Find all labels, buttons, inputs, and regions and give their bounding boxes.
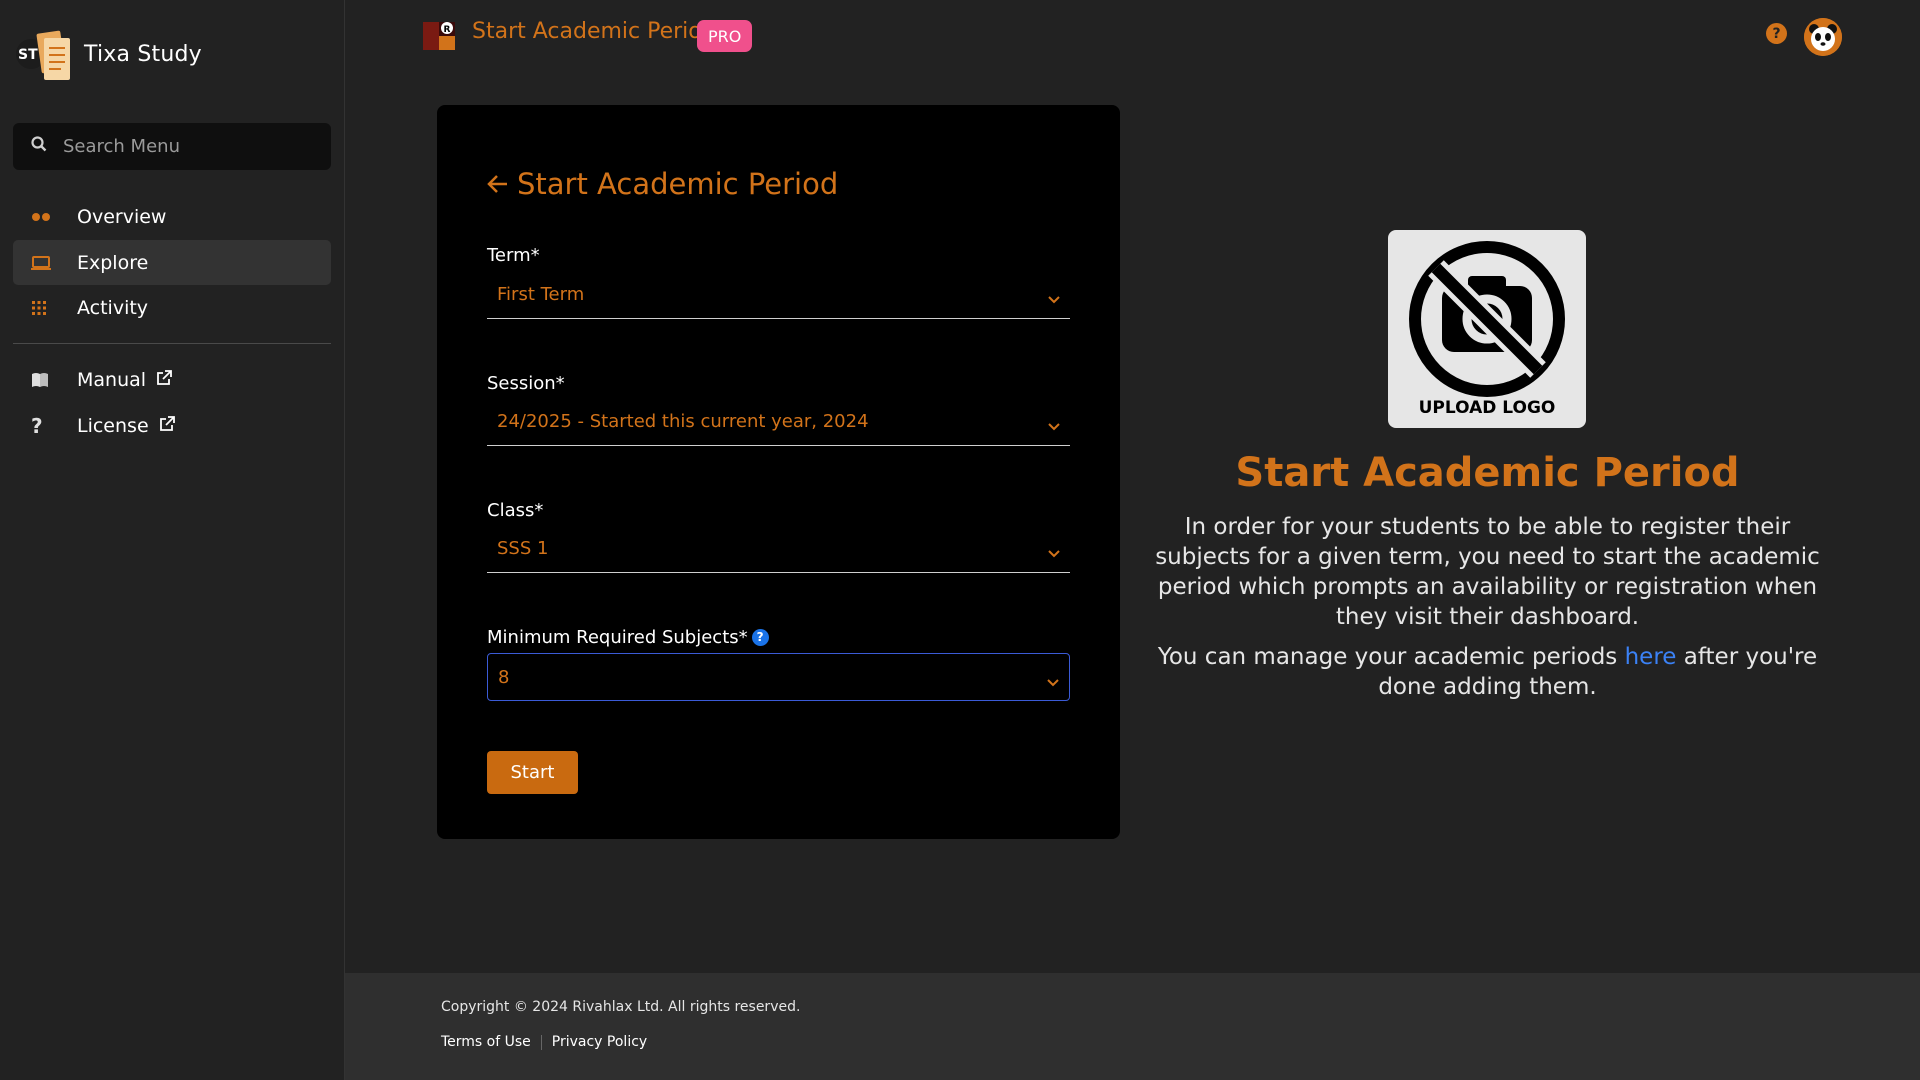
info-icon[interactable]: ? [751,628,769,646]
upload-logo-box[interactable]: UPLOAD LOGO [1388,230,1586,428]
class-value: SSS 1 [497,538,549,559]
session-label: Session* [487,373,565,394]
info-description: In order for your students to be able to… [1155,514,1820,630]
sidebar-divider [13,343,331,344]
sidebar-item-license[interactable]: ? License [13,403,331,448]
chevron-down-icon [1048,415,1060,436]
start-button[interactable]: Start [487,751,578,794]
privacy-link[interactable]: Privacy Policy [552,1034,647,1050]
chevron-down-icon [1048,288,1060,309]
form-title: Start Academic Period [487,167,838,201]
sidebar-item-manual[interactable]: Manual [13,357,331,402]
app-logo-icon: R [423,20,455,52]
session-value: 24/2025 - Started this current year, 202… [497,411,869,432]
external-link-icon [159,415,175,437]
page-title: Start Academic Period [472,19,716,44]
svg-text:ST: ST [18,47,38,63]
pro-badge: PRO [697,20,753,52]
avatar[interactable] [1804,18,1842,56]
question-icon: ? [31,413,43,438]
copyright: Copyright © 2024 Rivahlax Ltd. All right… [441,999,801,1015]
footer: Copyright © 2024 Rivahlax Ltd. All right… [345,973,1920,1080]
session-select[interactable]: 24/2025 - Started this current year, 202… [487,398,1070,446]
sidebar-item-label: Activity [77,296,149,319]
sidebar-item-explore[interactable]: Explore [13,240,331,285]
brand-logo: ST [14,24,74,84]
search-input[interactable] [63,136,303,157]
manage-here-link[interactable]: here [1625,644,1677,670]
footer-links: Terms of Use Privacy Policy [441,1034,647,1050]
book-icon [31,372,59,388]
sidebar-item-overview[interactable]: Overview [13,194,331,239]
dots-icon [31,212,59,222]
term-select[interactable]: First Term [487,271,1070,319]
info-manage-text: You can manage your academic periods her… [1150,642,1825,702]
start-period-form-card: Start Academic Period Term* First Term S… [437,105,1120,839]
min-subjects-label-text: Minimum Required Subjects* [487,627,748,648]
min-subjects-value: 8 [498,666,510,688]
external-link-icon [156,369,172,391]
term-value: First Term [497,284,585,305]
sidebar-item-activity[interactable]: Activity [13,285,331,330]
sidebar-item-label: Overview [77,205,167,228]
brand[interactable]: ST Tixa Study [14,24,202,84]
form-title-text: Start Academic Period [517,167,839,201]
term-label: Term* [487,245,540,266]
upload-logo-text: UPLOAD LOGO [1418,398,1556,418]
arrow-left-icon[interactable] [487,174,509,194]
chevron-down-icon [1047,671,1059,692]
terms-link[interactable]: Terms of Use [441,1034,531,1050]
grid-icon [31,300,59,316]
manage-prefix: You can manage your academic periods [1157,644,1625,670]
laptop-icon [31,255,59,270]
info-title: Start Academic Period [1235,450,1740,496]
min-subjects-label: Minimum Required Subjects*? [487,627,769,648]
help-icon[interactable]: ? [1766,23,1787,44]
sidebar: ST Tixa Study Overview Explore Activity [0,0,345,1080]
footer-divider [540,1034,542,1050]
search-icon [31,136,47,157]
class-select[interactable]: SSS 1 [487,525,1070,573]
min-subjects-select[interactable]: 8 [487,653,1070,701]
sidebar-item-label: Explore [77,251,149,274]
brand-name: Tixa Study [84,41,202,67]
class-label: Class* [487,500,544,521]
svg-text:R: R [444,25,451,35]
chevron-down-icon [1048,542,1060,563]
search-box[interactable] [13,123,331,170]
sidebar-item-label: License [77,414,149,437]
sidebar-item-label: Manual [77,368,147,391]
